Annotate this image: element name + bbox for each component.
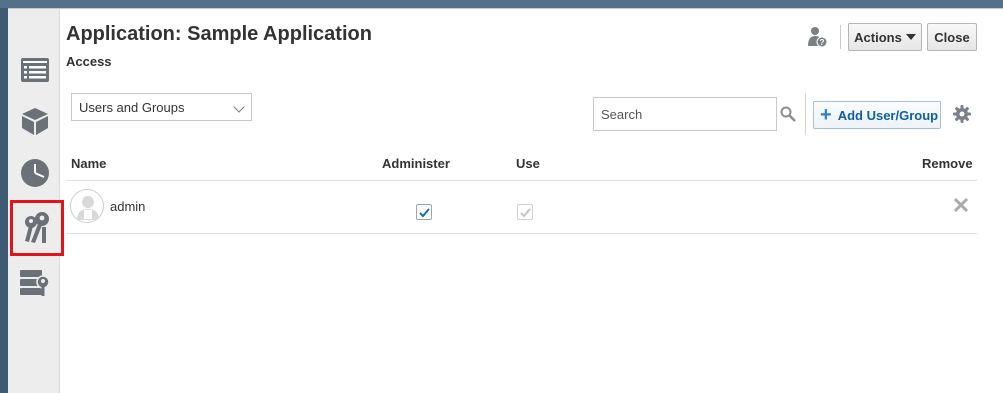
cube-icon [22,108,48,135]
add-user-group-label: Add User/Group [837,107,939,123]
rail-item-access[interactable] [10,200,64,256]
column-header-use[interactable]: Use [516,156,540,171]
rail-item-cubes[interactable] [17,103,53,139]
column-header-remove[interactable]: Remove [922,156,973,171]
user-avatar-icon [77,196,99,220]
check-icon [520,208,531,218]
header-divider-line [66,180,977,181]
filter-select[interactable]: Users and Groups [71,93,252,121]
main-panel: Application: Sample Application Access ?… [60,9,1003,393]
close-label: Close [934,29,970,45]
search-input[interactable] [593,97,777,131]
list-icon [21,58,49,82]
gear-icon[interactable] [953,105,971,123]
database-key-icon [20,270,50,296]
svg-text:?: ? [820,38,825,47]
actions-button[interactable]: Actions [848,23,922,51]
search-icon[interactable] [780,106,796,122]
close-button[interactable]: Close [927,23,977,51]
add-user-group-button[interactable]: + Add User/Group [813,101,941,129]
chevron-down-icon [233,101,245,113]
column-header-name[interactable]: Name [71,156,106,171]
column-header-administer[interactable]: Administer [382,156,450,171]
caret-down-icon [905,34,916,40]
check-icon [419,208,430,218]
window-top-strip [0,0,1003,8]
plus-icon: + [820,104,832,126]
side-nav-rail [8,9,64,393]
administer-checkbox[interactable] [416,204,432,220]
rail-item-general[interactable] [17,52,53,88]
rail-item-sources[interactable] [17,265,53,301]
row-divider-line [66,233,977,234]
toolbar-divider [805,93,806,135]
actions-label: Actions [854,29,902,45]
user-name: admin [110,199,146,214]
filter-selected-value: Users and Groups [79,100,185,115]
remove-icon[interactable] [953,197,969,213]
avatar [70,189,104,223]
user-help-icon[interactable]: ? [807,26,827,48]
use-checkbox[interactable] [517,204,533,220]
clock-icon [21,159,49,187]
rail-item-jobs[interactable] [17,155,53,191]
header-divider [840,25,841,49]
application-dialog: Application: Sample Application Access ?… [8,8,1003,393]
section-title: Access [66,54,112,69]
page-title: Application: Sample Application [66,23,372,45]
keys-icon [25,212,49,243]
